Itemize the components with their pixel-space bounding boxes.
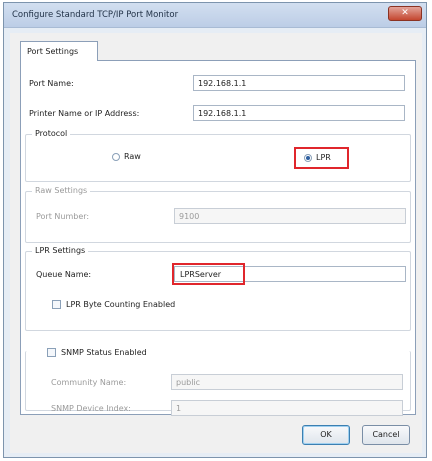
port-settings-panel: Port Name: 192.168.1.1 Printer Name or I… (20, 60, 416, 416)
dialog-client-area: Port Settings Port Name: 192.168.1.1 Pri… (10, 33, 422, 453)
ok-button[interactable]: OK (302, 425, 350, 445)
raw-settings-group: Raw Settings Port Number: 9100 (25, 186, 411, 243)
snmp-enabled-checkbox[interactable] (47, 348, 56, 357)
protocol-group-title: Protocol (32, 129, 71, 138)
lpr-settings-title: LPR Settings (32, 246, 89, 255)
snmp-device-index-input[interactable]: 1 (171, 400, 403, 416)
port-number-label: Port Number: (36, 212, 90, 221)
community-name-label: Community Name: (51, 378, 127, 387)
port-number-input[interactable]: 9100 (174, 208, 406, 224)
tab-port-settings[interactable]: Port Settings (20, 41, 98, 61)
snmp-enabled-label: SNMP Status Enabled (61, 348, 147, 357)
queue-name-label: Queue Name: (36, 270, 92, 279)
lpr-byte-counting-checkbox[interactable] (52, 300, 61, 309)
port-name-input[interactable]: 192.168.1.1 (193, 75, 405, 91)
close-button[interactable]: ✕ (388, 6, 422, 21)
raw-radio[interactable] (112, 153, 120, 161)
port-name-label: Port Name: (29, 79, 74, 88)
window-title: Configure Standard TCP/IP Port Monitor (12, 10, 179, 20)
dialog-window: Configure Standard TCP/IP Port Monitor ✕… (3, 2, 427, 458)
lpr-byte-counting-label: LPR Byte Counting Enabled (66, 300, 176, 309)
lpr-radio[interactable] (304, 154, 312, 162)
title-bar: Configure Standard TCP/IP Port Monitor ✕ (4, 3, 426, 28)
community-name-input[interactable]: public (171, 374, 403, 390)
protocol-group: Protocol Raw LPR (25, 129, 411, 182)
lpr-settings-group: LPR Settings Queue Name: LPRServer LPR B… (25, 246, 411, 331)
raw-radio-label: Raw (124, 152, 141, 161)
cancel-button[interactable]: Cancel (362, 425, 410, 445)
printer-address-input[interactable]: 192.168.1.1 (193, 105, 405, 121)
snmp-device-index-label: SNMP Device Index: (51, 404, 131, 413)
lpr-radio-label: LPR (316, 153, 331, 162)
printer-address-label: Printer Name or IP Address: (29, 109, 140, 118)
queue-name-value: LPRServer (180, 270, 222, 279)
raw-settings-title: Raw Settings (32, 186, 91, 195)
close-icon: ✕ (401, 8, 409, 18)
